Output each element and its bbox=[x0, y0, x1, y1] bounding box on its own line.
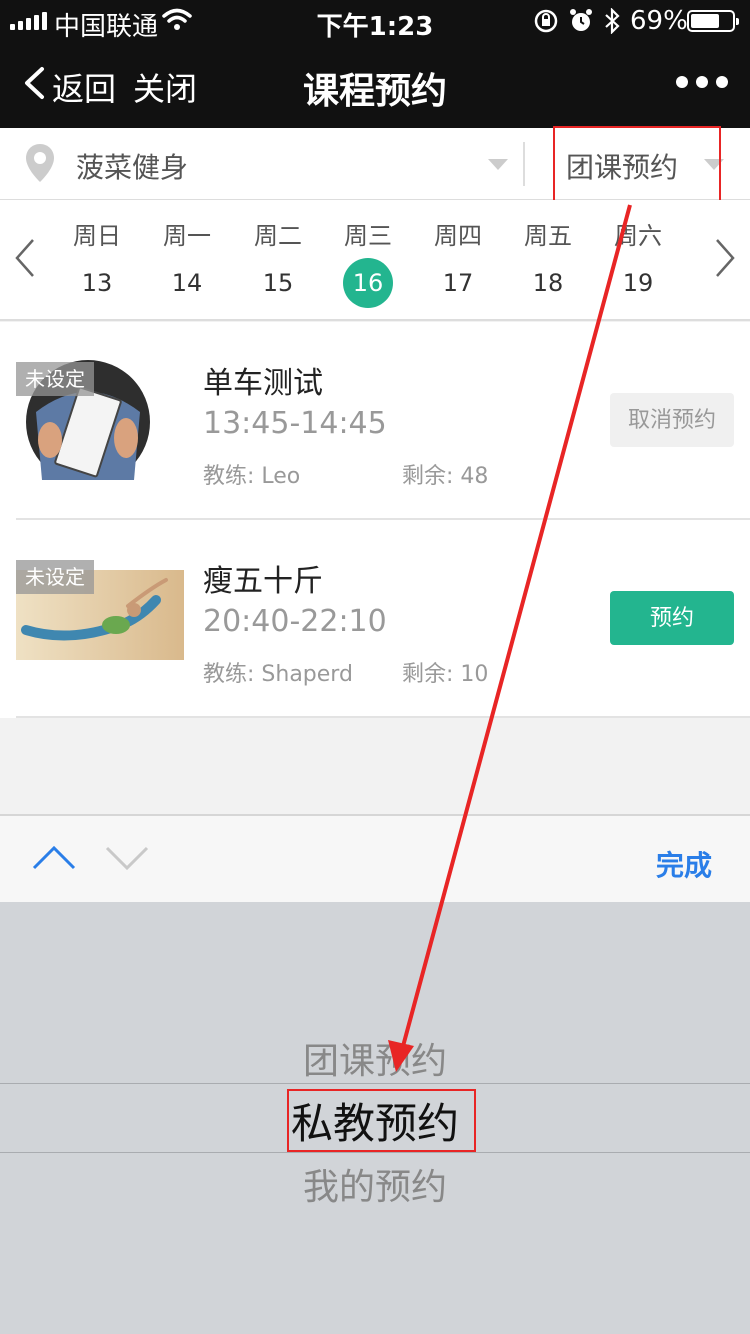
prev-week-chevron-icon[interactable] bbox=[14, 238, 36, 278]
bluetooth-icon bbox=[605, 8, 620, 34]
picker-option[interactable]: 我的预约 bbox=[0, 1158, 750, 1210]
divider bbox=[523, 142, 525, 186]
day-saturday[interactable]: 周六 19 bbox=[593, 216, 683, 308]
status-badge: 未设定 bbox=[16, 560, 94, 594]
next-week-chevron-icon[interactable] bbox=[714, 238, 736, 278]
day-sunday[interactable]: 周日 13 bbox=[52, 216, 142, 308]
status-bar: 中国联通 下午1:23 69% bbox=[0, 0, 750, 42]
date-number: 17 bbox=[442, 269, 474, 297]
picker-toolbar: 完成 bbox=[0, 814, 750, 902]
course-list: 未设定 单车测试 13:45-14:45 教练: Leo 剩余: 48 取消预约… bbox=[0, 322, 750, 718]
dropdown-triangle-icon[interactable] bbox=[488, 159, 508, 170]
chevron-up-icon[interactable] bbox=[32, 844, 76, 872]
course-time: 20:40-22:10 bbox=[203, 604, 387, 639]
course-remaining: 剩余: 10 bbox=[402, 662, 489, 687]
picker-line bbox=[0, 1152, 750, 1153]
date-number-selected: 16 bbox=[343, 258, 393, 308]
status-badge: 未设定 bbox=[16, 362, 94, 396]
date-number: 15 bbox=[262, 269, 294, 297]
date-number: 14 bbox=[171, 269, 203, 297]
annotation-box-booking-type bbox=[553, 126, 721, 205]
weekday-label: 周日 bbox=[73, 222, 121, 250]
weekday-label: 周二 bbox=[254, 222, 302, 250]
location-pin-icon bbox=[26, 144, 54, 182]
course-name: 瘦五十斤 bbox=[203, 564, 323, 599]
day-friday[interactable]: 周五 18 bbox=[503, 216, 593, 308]
alarm-icon bbox=[570, 9, 592, 31]
weekday-label: 周一 bbox=[163, 222, 211, 250]
page-title: 课程预约 bbox=[302, 71, 447, 112]
date-number: 19 bbox=[622, 269, 654, 297]
weekday-label: 周四 bbox=[434, 222, 482, 250]
course-coach: 教练: Shaperd bbox=[203, 662, 353, 687]
divider bbox=[16, 716, 750, 718]
annotation-box-selected-option bbox=[287, 1089, 476, 1152]
day-monday[interactable]: 周一 14 bbox=[142, 216, 232, 308]
weekday-label: 周五 bbox=[524, 222, 572, 250]
battery-percent: 69% bbox=[630, 6, 688, 36]
gym-selector[interactable]: 菠菜健身 bbox=[76, 146, 188, 186]
course-time: 13:45-14:45 bbox=[203, 406, 387, 441]
done-button[interactable]: 完成 bbox=[656, 844, 712, 884]
book-button[interactable]: 预约 bbox=[610, 591, 734, 645]
weekday-label: 周三 bbox=[344, 222, 392, 250]
course-item[interactable]: 未设定 单车测试 13:45-14:45 教练: Leo 剩余: 48 取消预约 bbox=[0, 322, 750, 520]
nav-bar: 返回 关闭 课程预约 bbox=[0, 40, 750, 128]
date-number: 18 bbox=[532, 269, 564, 297]
day-tuesday[interactable]: 周二 15 bbox=[233, 216, 323, 308]
day-thursday[interactable]: 周四 17 bbox=[413, 216, 503, 308]
chevron-down-icon[interactable] bbox=[105, 844, 149, 872]
day-wednesday[interactable]: 周三 16 bbox=[323, 216, 413, 308]
battery-icon bbox=[687, 10, 739, 32]
more-dots-icon[interactable] bbox=[676, 76, 728, 88]
picker-option[interactable]: 团课预约 bbox=[0, 1032, 750, 1084]
week-selector: 周日 13 周一 14 周二 15 周三 16 周四 17 周五 18 周六 1… bbox=[0, 200, 750, 321]
course-item[interactable]: 未设定 瘦五十斤 20:40-22:10 教练: Shaperd 剩余: 10 … bbox=[0, 520, 750, 718]
course-coach: 教练: Leo bbox=[203, 464, 301, 489]
weekday-label: 周六 bbox=[614, 222, 662, 250]
cancel-booking-button[interactable]: 取消预约 bbox=[610, 393, 734, 447]
date-number: 13 bbox=[81, 269, 113, 297]
course-remaining: 剩余: 48 bbox=[402, 464, 489, 489]
course-name: 单车测试 bbox=[203, 366, 323, 401]
orientation-lock-icon bbox=[534, 9, 558, 33]
